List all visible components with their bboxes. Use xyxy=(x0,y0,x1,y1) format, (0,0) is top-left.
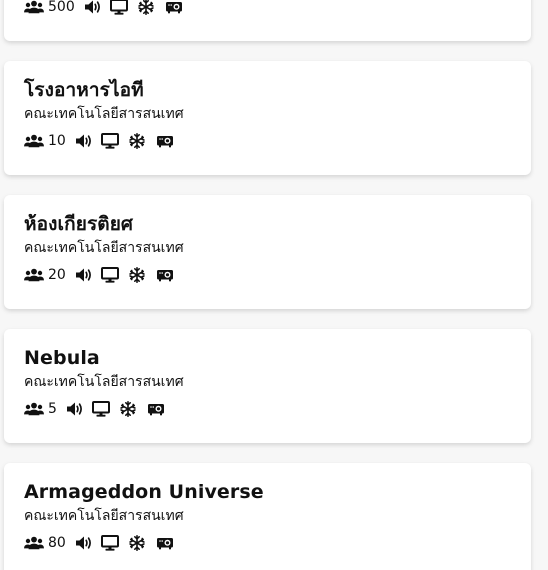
room-card[interactable]: ห้องเกียรติยศ คณะเทคโนโลยีสารสนเทศ 20 xyxy=(4,195,531,309)
speaker-icon xyxy=(66,400,84,418)
room-card[interactable]: โรงอาหารไอที คณะเทคโนโลยีสารสนเทศ 10 xyxy=(4,61,531,175)
monitor-icon xyxy=(109,0,128,16)
monitor-icon xyxy=(100,534,119,552)
projector-icon xyxy=(156,266,174,284)
people-icon xyxy=(24,400,44,418)
snowflake-icon xyxy=(120,400,136,418)
people-icon xyxy=(24,266,44,284)
room-facilities: 500 xyxy=(24,0,511,17)
snowflake-icon xyxy=(129,534,145,552)
snowflake-icon xyxy=(129,132,145,150)
room-facilities: 80 xyxy=(24,533,511,553)
people-icon xyxy=(24,0,44,16)
room-faculty: คณะเทคโนโลยีสารสนเทศ xyxy=(24,374,184,390)
room-faculty: คณะเทคโนโลยีสารสนเทศ xyxy=(24,106,184,122)
room-card[interactable]: 500 xyxy=(4,0,531,41)
people-icon xyxy=(24,534,44,552)
speaker-icon xyxy=(75,132,93,150)
people-icon xyxy=(24,132,44,150)
room-capacity: 10 xyxy=(48,133,66,149)
projector-icon xyxy=(156,132,174,150)
projector-icon xyxy=(165,0,183,16)
room-capacity: 5 xyxy=(48,401,57,417)
room-capacity: 500 xyxy=(48,0,75,15)
monitor-icon xyxy=(100,266,119,284)
monitor-icon xyxy=(91,400,110,418)
room-list: 500 โรงอาหารไอที คณะเทคโนโลยีสารสนเทศ 10 xyxy=(0,0,548,570)
projector-icon xyxy=(147,400,165,418)
room-facilities: 20 xyxy=(24,265,511,285)
speaker-icon xyxy=(84,0,102,16)
snowflake-icon xyxy=(138,0,154,16)
room-name: Nebula xyxy=(24,347,100,369)
monitor-icon xyxy=(100,132,119,150)
room-name: โรงอาหารไอที xyxy=(24,79,144,101)
room-faculty: คณะเทคโนโลยีสารสนเทศ xyxy=(24,508,184,524)
room-capacity: 20 xyxy=(48,267,66,283)
room-facilities: 5 xyxy=(24,399,511,419)
room-name: ห้องเกียรติยศ xyxy=(24,213,134,235)
room-card[interactable]: Armageddon Universe คณะเทคโนโลยีสารสนเทศ… xyxy=(4,463,531,570)
room-faculty: คณะเทคโนโลยีสารสนเทศ xyxy=(24,240,184,256)
speaker-icon xyxy=(75,266,93,284)
room-card[interactable]: Nebula คณะเทคโนโลยีสารสนเทศ 5 xyxy=(4,329,531,443)
room-capacity: 80 xyxy=(48,535,66,551)
snowflake-icon xyxy=(129,266,145,284)
projector-icon xyxy=(156,534,174,552)
room-name: Armageddon Universe xyxy=(24,481,264,503)
room-facilities: 10 xyxy=(24,131,511,151)
speaker-icon xyxy=(75,534,93,552)
